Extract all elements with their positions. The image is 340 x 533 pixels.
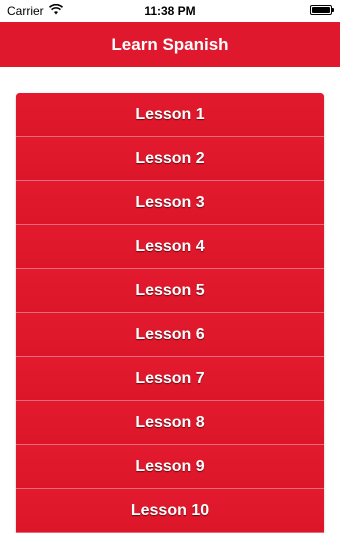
lesson-button-2[interactable]: Lesson 2 bbox=[16, 137, 324, 181]
lesson-button-3[interactable]: Lesson 3 bbox=[16, 181, 324, 225]
lesson-button-9[interactable]: Lesson 9 bbox=[16, 445, 324, 489]
lesson-button-1[interactable]: Lesson 1 bbox=[16, 93, 324, 137]
page-title: Learn Spanish bbox=[111, 34, 229, 54]
battery-icon bbox=[310, 5, 334, 15]
content-area: Lesson 1 Lesson 2 Lesson 3 Lesson 4 Less… bbox=[0, 67, 340, 533]
lesson-button-7[interactable]: Lesson 7 bbox=[16, 357, 324, 401]
navigation-bar: Learn Spanish bbox=[0, 22, 340, 67]
lesson-button-5[interactable]: Lesson 5 bbox=[16, 269, 324, 313]
status-bar: Carrier 11:38 PM bbox=[0, 0, 340, 22]
lesson-button-8[interactable]: Lesson 8 bbox=[16, 401, 324, 445]
lesson-list: Lesson 1 Lesson 2 Lesson 3 Lesson 4 Less… bbox=[16, 93, 324, 533]
lesson-button-10[interactable]: Lesson 10 bbox=[16, 489, 324, 533]
lesson-button-6[interactable]: Lesson 6 bbox=[16, 313, 324, 357]
status-time: 11:38 PM bbox=[144, 4, 196, 18]
lesson-button-4[interactable]: Lesson 4 bbox=[16, 225, 324, 269]
